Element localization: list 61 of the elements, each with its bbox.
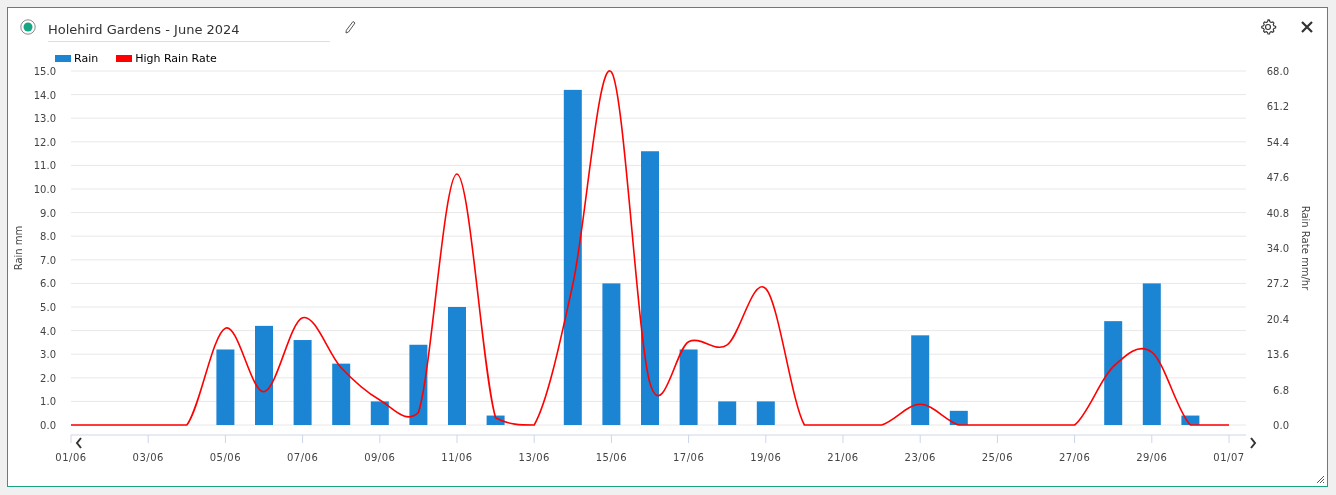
x-axis-label: 25/06: [981, 452, 1014, 463]
x-axis-label: 11/06: [441, 452, 473, 463]
x-axis-label: 07/06: [286, 452, 319, 463]
y-axis-label: 11.0: [33, 160, 56, 172]
x-axis-label: 01/06: [55, 452, 87, 463]
settings-icon[interactable]: [1259, 18, 1277, 36]
y-axis-label: 10.0: [33, 184, 56, 195]
x-axis-label: 19/06: [750, 452, 782, 463]
y-axis-label: 68.0: [1266, 67, 1289, 77]
x-axis-label: 01/07: [1213, 452, 1245, 463]
status-radio-icon[interactable]: [20, 19, 36, 35]
rain-bar: [370, 401, 389, 425]
y-axis-label: 54.4: [1266, 136, 1289, 148]
title-field[interactable]: Holehird Gardens - June 2024: [48, 18, 330, 42]
rain-bar: [718, 401, 737, 425]
y-axis-label: 2.0: [40, 372, 56, 384]
y-axis-label: 3.0: [40, 349, 56, 361]
y-axis-label: 13.6: [1266, 349, 1289, 361]
rain-bar: [756, 401, 775, 425]
y-axis-label: 0.0: [1273, 420, 1289, 431]
y-axis-label: 12.0: [33, 136, 56, 148]
y-axis-label: 9.0: [40, 207, 56, 219]
x-axis-label: 13/06: [518, 452, 550, 463]
y-axis-label: 61.2: [1266, 101, 1289, 113]
y-axis-label: 15.0: [33, 67, 56, 77]
x-axis-label: 21/06: [827, 452, 859, 463]
scroll-right-icon[interactable]: [1250, 437, 1257, 449]
resize-grip-icon[interactable]: [1316, 475, 1324, 483]
x-axis-label: 27/06: [1058, 452, 1091, 463]
x-axis-label: 17/06: [672, 452, 705, 463]
y-axis-label: 27.2: [1266, 278, 1289, 290]
legend-label[interactable]: High Rain Rate: [135, 51, 217, 65]
y-axis-label: 13.0: [33, 113, 56, 125]
y-axis-label: 14.0: [33, 89, 56, 101]
rain-bar: [332, 363, 351, 425]
y-axis-label: 8.0: [40, 231, 56, 243]
axis-title: Rain mm: [13, 225, 24, 271]
y-axis-label: 1.0: [40, 396, 56, 408]
y-axis-label: 6.8: [1273, 384, 1289, 396]
y-axis-label: 5.0: [40, 302, 56, 313]
rain-bar: [1181, 415, 1200, 425]
x-axis-label: 09/06: [364, 452, 396, 463]
legend-label[interactable]: Rain: [74, 51, 99, 65]
x-axis-label: 23/06: [904, 452, 936, 463]
pencil-icon[interactable]: [344, 20, 356, 34]
y-axis-label: 6.0: [40, 278, 56, 290]
y-axis-label: 20.4: [1266, 313, 1289, 325]
y-axis-label: 47.6: [1266, 172, 1289, 184]
y-axis-label: 4.0: [40, 325, 56, 337]
y-axis-label: 34.0: [1266, 243, 1289, 254]
close-button[interactable]: [1299, 19, 1315, 35]
y-axis-label: 0.0: [40, 420, 56, 431]
y-axis-label: 7.0: [40, 254, 56, 266]
axis-title: Rain Rate mm/hr: [1300, 205, 1311, 291]
x-axis-label: 05/06: [209, 452, 242, 463]
x-axis-label: 15/06: [595, 452, 628, 463]
x-axis-label: 29/06: [1136, 452, 1168, 463]
scroll-left-icon[interactable]: [75, 437, 82, 449]
y-axis-label: 40.8: [1266, 207, 1289, 219]
rain-bar: [486, 415, 505, 425]
x-axis-label: 03/06: [132, 452, 164, 463]
